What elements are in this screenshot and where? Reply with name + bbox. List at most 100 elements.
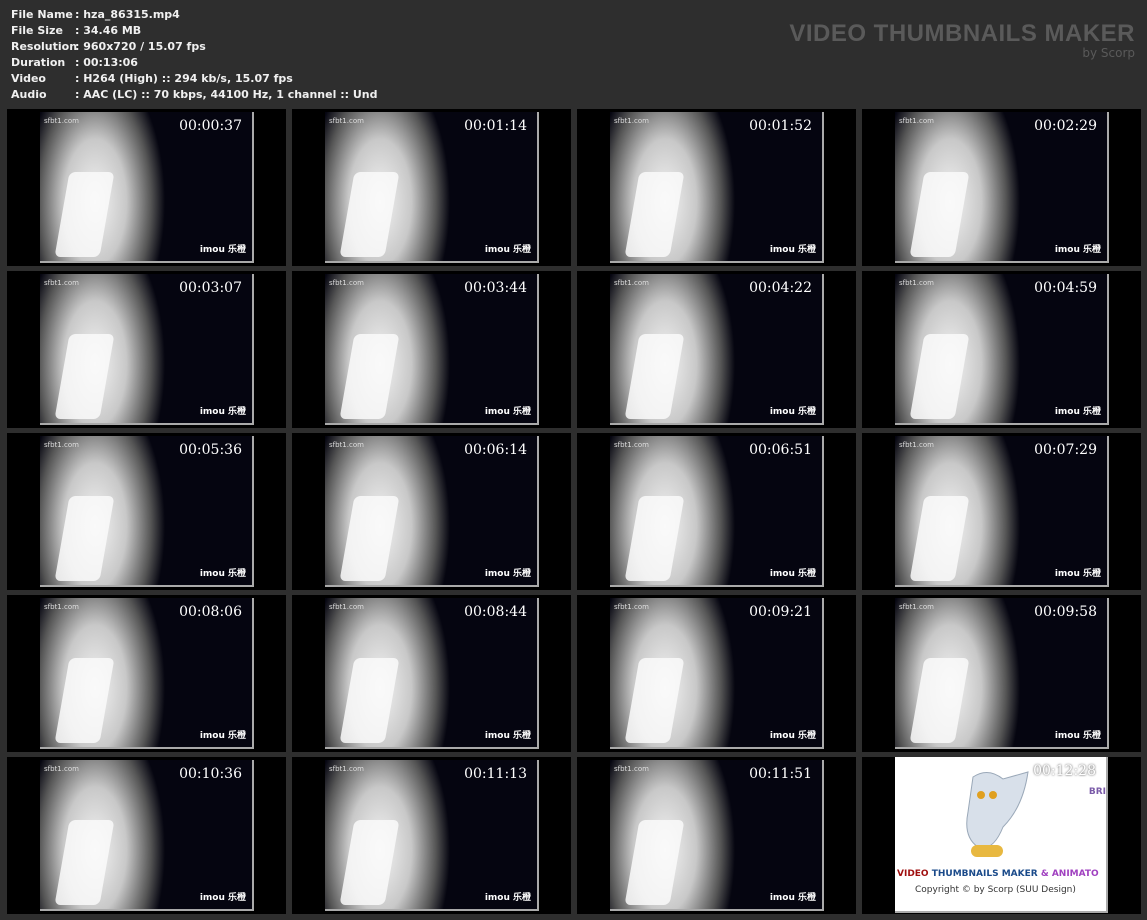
timestamp: 00:00:37 [179, 118, 242, 134]
thumbnail[interactable]: sfbt1.com 00:04:22 imou 乐橙 [577, 271, 856, 428]
thumbnail[interactable]: sfbt1.com 00:01:14 imou 乐橙 [292, 109, 571, 266]
camera-watermark: imou 乐橙 [1054, 245, 1101, 255]
logo-title-b: THUMBNAILS MAKER [931, 869, 1038, 879]
timestamp: 00:09:21 [749, 604, 812, 620]
thumbnail[interactable]: sfbt1.com 00:06:51 imou 乐橙 [577, 433, 856, 590]
info-label: File Name [11, 8, 73, 21]
video-frame: sfbt1.com 00:08:06 imou 乐橙 [40, 598, 254, 749]
file-info: File Name: hza_86315.mp4 File Size: 34.46… [11, 7, 377, 103]
frame-scene [339, 496, 400, 581]
info-row: File Name: hza_86315.mp4 [11, 7, 377, 23]
frame-overlay-text: sfbt1.com [329, 441, 364, 449]
timestamp: 00:04:22 [749, 280, 812, 296]
video-frame: sfbt1.com 00:05:36 imou 乐橙 [40, 436, 254, 587]
frame-scene [624, 496, 685, 581]
video-frame: sfbt1.com 00:03:44 imou 乐橙 [325, 274, 539, 425]
brand: VIDEO THUMBNAILS MAKER by Scorp [789, 20, 1135, 60]
frame-overlay-text: sfbt1.com [614, 279, 649, 287]
frame-overlay-text: sfbt1.com [899, 441, 934, 449]
frame-scene [624, 820, 685, 905]
logo-title-c: & ANIMATO [1040, 869, 1099, 879]
thumbnail[interactable]: sfbt1.com 00:08:44 imou 乐橙 [292, 595, 571, 752]
frame-scene [624, 334, 685, 419]
video-frame: sfbt1.com 00:00:37 imou 乐橙 [40, 112, 254, 263]
timestamp: 00:03:07 [179, 280, 242, 296]
thumbnail-logo[interactable]: BRI 00:12:28 VIDEO THUMBNAILS MAKER & AN… [862, 757, 1141, 914]
info-label: Duration [11, 56, 66, 69]
thumbnail[interactable]: sfbt1.com 00:08:06 imou 乐橙 [7, 595, 286, 752]
thumbnail[interactable]: sfbt1.com 00:01:52 imou 乐橙 [577, 109, 856, 266]
camera-watermark: imou 乐橙 [199, 731, 246, 741]
camera-watermark: imou 乐橙 [769, 245, 816, 255]
timestamp: 00:04:59 [1034, 280, 1097, 296]
frame-scene [624, 658, 685, 743]
thumbnail[interactable]: sfbt1.com 00:00:37 imou 乐橙 [7, 109, 286, 266]
camera-watermark: imou 乐橙 [1054, 569, 1101, 579]
video-frame: sfbt1.com 00:04:59 imou 乐橙 [895, 274, 1109, 425]
frame-overlay-text: sfbt1.com [614, 441, 649, 449]
frame-scene [54, 496, 115, 581]
video-frame: sfbt1.com 00:10:36 imou 乐橙 [40, 760, 254, 911]
video-frame: sfbt1.com 00:09:21 imou 乐橙 [610, 598, 824, 749]
frame-scene [339, 334, 400, 419]
thumbnail[interactable]: sfbt1.com 00:07:29 imou 乐橙 [862, 433, 1141, 590]
video-frame: sfbt1.com 00:11:13 imou 乐橙 [325, 760, 539, 911]
video-frame: sfbt1.com 00:08:44 imou 乐橙 [325, 598, 539, 749]
thumbnail[interactable]: sfbt1.com 00:05:36 imou 乐橙 [7, 433, 286, 590]
camera-watermark: imou 乐橙 [484, 245, 531, 255]
timestamp: 00:11:51 [749, 766, 812, 782]
frame-overlay-text: sfbt1.com [44, 765, 79, 773]
frame-overlay-text: sfbt1.com [44, 603, 79, 611]
info-value: : H264 (High) :: 294 kb/s, 15.07 fps [75, 72, 293, 85]
thumbnail[interactable]: sfbt1.com 00:09:58 imou 乐橙 [862, 595, 1141, 752]
camera-watermark: imou 乐橙 [769, 893, 816, 903]
thumbnail[interactable]: sfbt1.com 00:04:59 imou 乐橙 [862, 271, 1141, 428]
brand-title: VIDEO THUMBNAILS MAKER [789, 20, 1135, 47]
logo-bri: BRI [1088, 787, 1106, 797]
thumbnail[interactable]: sfbt1.com 00:02:29 imou 乐橙 [862, 109, 1141, 266]
video-frame: sfbt1.com 00:02:29 imou 乐橙 [895, 112, 1109, 263]
timestamp: 00:01:14 [464, 118, 527, 134]
timestamp: 00:08:44 [464, 604, 527, 620]
camera-watermark: imou 乐橙 [199, 245, 246, 255]
thumbnail[interactable]: sfbt1.com 00:11:51 imou 乐橙 [577, 757, 856, 914]
logo-title: VIDEO THUMBNAILS MAKER & ANIMATO [897, 869, 1099, 879]
camera-watermark: imou 乐橙 [769, 569, 816, 579]
video-frame: sfbt1.com 00:06:51 imou 乐橙 [610, 436, 824, 587]
frame-overlay-text: sfbt1.com [614, 603, 649, 611]
frame-scene [54, 658, 115, 743]
thumbnail[interactable]: sfbt1.com 00:09:21 imou 乐橙 [577, 595, 856, 752]
timestamp: 00:12:28 [1033, 763, 1096, 779]
timestamp: 00:06:51 [749, 442, 812, 458]
frame-scene [909, 334, 970, 419]
thumbnail-grid: sfbt1.com 00:00:37 imou 乐橙 sfbt1.com 00:01:1… [7, 109, 1141, 914]
thumbnail[interactable]: sfbt1.com 00:03:44 imou 乐橙 [292, 271, 571, 428]
info-row: Audio: AAC (LC) :: 70 kbps, 44100 Hz, 1 … [11, 87, 377, 103]
video-frame: sfbt1.com 00:09:58 imou 乐橙 [895, 598, 1109, 749]
camera-watermark: imou 乐橙 [769, 731, 816, 741]
frame-scene [909, 496, 970, 581]
thumbnail[interactable]: sfbt1.com 00:03:07 imou 乐橙 [7, 271, 286, 428]
camera-watermark: imou 乐橙 [484, 569, 531, 579]
camera-watermark: imou 乐橙 [769, 407, 816, 417]
frame-scene [339, 658, 400, 743]
video-frame: sfbt1.com 00:03:07 imou 乐橙 [40, 274, 254, 425]
brand-subtitle: by Scorp [1082, 46, 1135, 60]
camera-watermark: imou 乐橙 [199, 569, 246, 579]
info-value: : 960x720 / 15.07 fps [75, 40, 206, 53]
info-label: File Size [11, 24, 63, 37]
frame-overlay-text: sfbt1.com [614, 117, 649, 125]
thumbnail[interactable]: sfbt1.com 00:10:36 imou 乐橙 [7, 757, 286, 914]
camera-watermark: imou 乐橙 [199, 893, 246, 903]
thumbnail[interactable]: sfbt1.com 00:06:14 imou 乐橙 [292, 433, 571, 590]
timestamp: 00:09:58 [1034, 604, 1097, 620]
camera-watermark: imou 乐橙 [199, 407, 246, 417]
frame-overlay-text: sfbt1.com [899, 117, 934, 125]
thumbnail[interactable]: sfbt1.com 00:11:13 imou 乐橙 [292, 757, 571, 914]
timestamp: 00:08:06 [179, 604, 242, 620]
timestamp: 00:07:29 [1034, 442, 1097, 458]
info-value: : 00:13:06 [75, 56, 138, 69]
camera-watermark: imou 乐橙 [484, 731, 531, 741]
frame-overlay-text: sfbt1.com [44, 279, 79, 287]
info-row: File Size: 34.46 MB [11, 23, 377, 39]
